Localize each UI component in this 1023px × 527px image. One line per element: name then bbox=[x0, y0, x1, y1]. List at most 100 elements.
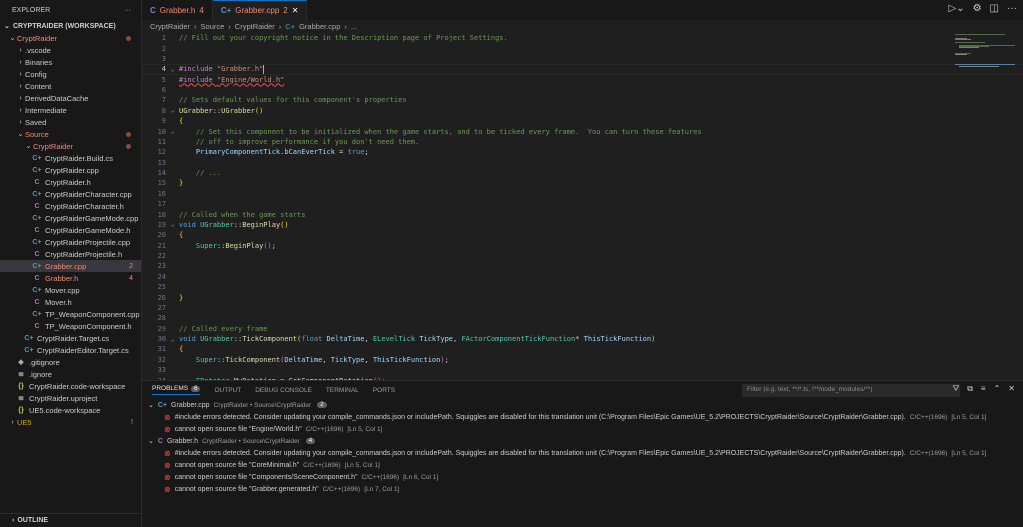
code-line[interactable]: 16 bbox=[142, 189, 1023, 199]
breadcrumb-item[interactable]: CryptRaider bbox=[150, 22, 190, 31]
chevron-down-icon[interactable]: ⌄ bbox=[148, 437, 154, 445]
close-panel-icon[interactable]: ✕ bbox=[1008, 384, 1015, 394]
tree-item[interactable]: ⌄ CryptRaider bbox=[0, 140, 141, 152]
tree-item[interactable]: ⌄ CryptRaider bbox=[0, 32, 141, 44]
tree-item[interactable]: › Intermediate bbox=[0, 104, 141, 116]
tree-item[interactable]: C+ CryptRaiderProjectile.cpp bbox=[0, 236, 141, 248]
fold-chevron-icon[interactable]: ⌄ bbox=[166, 336, 179, 343]
breadcrumb-item[interactable]: CryptRaider bbox=[235, 22, 275, 31]
breadcrumb-item[interactable]: Grabber.cpp bbox=[299, 22, 340, 31]
breadcrumb-item[interactable]: ... bbox=[351, 22, 357, 31]
code-line[interactable]: 27 bbox=[142, 303, 1023, 313]
workspace-header[interactable]: ⌄ CRYPTRAIDER (WORKSPACE) bbox=[0, 20, 141, 32]
tree-item[interactable]: C+ TP_WeaponComponent.cpp bbox=[0, 308, 141, 320]
tree-item[interactable]: C CryptRaider.h bbox=[0, 176, 141, 188]
code-line[interactable]: 11 // off to improve performance if you … bbox=[142, 137, 1023, 147]
code-line[interactable]: 3 bbox=[142, 54, 1023, 64]
tree-item[interactable]: C+ CryptRaider.Build.cs bbox=[0, 152, 141, 164]
code-line[interactable]: 22 bbox=[142, 251, 1023, 261]
problem-item[interactable]: ⊗ cannot open source file "CoreMinimal.h"… bbox=[142, 459, 1023, 471]
code-line[interactable]: 6 bbox=[142, 85, 1023, 95]
tree-item[interactable]: C+ CryptRaiderCharacter.cpp bbox=[0, 188, 141, 200]
tab-grabber-h[interactable]: C Grabber.h 4 bbox=[142, 0, 213, 20]
panel-tab-ports[interactable]: PORTS bbox=[373, 387, 395, 394]
tree-item[interactable]: C TP_WeaponComponent.h bbox=[0, 320, 141, 332]
tree-item[interactable]: C Grabber.h 4 bbox=[0, 272, 141, 284]
tree-item[interactable]: C+ Mover.cpp bbox=[0, 284, 141, 296]
tree-item[interactable]: › .vscode bbox=[0, 44, 141, 56]
code-line[interactable]: 17 bbox=[142, 199, 1023, 209]
panel-tab-problems[interactable]: PROBLEMS 6 bbox=[152, 385, 201, 395]
problem-file-group[interactable]: ⌄ C Grabber.h CryptRaider • Source\CryptRa… bbox=[142, 435, 1023, 447]
fold-chevron-icon[interactable]: ⌄ bbox=[166, 221, 179, 228]
problems-filter-input[interactable]: Filter (e.g. text, **/*.ts, !**/node_mod… bbox=[742, 384, 960, 397]
gear-icon[interactable]: ⚙ bbox=[973, 3, 982, 14]
code-line[interactable]: 2 bbox=[142, 43, 1023, 53]
code-line[interactable]: 19 ⌄ void UGrabber:: BeginPlay() bbox=[142, 220, 1023, 230]
code-line[interactable]: 21 Super:: BeginPlay(); bbox=[142, 241, 1023, 251]
problem-item[interactable]: ⊗ #include errors detected. Consider upda… bbox=[142, 411, 1023, 423]
problem-item[interactable]: ⊗ cannot open source file "Grabber.genera… bbox=[142, 483, 1023, 495]
tree-item[interactable]: C+ CryptRaiderEditor.Target.cs bbox=[0, 344, 141, 356]
panel-tab-debug-console[interactable]: DEBUG CONSOLE bbox=[255, 387, 312, 394]
tree-item[interactable]: C+ CryptRaiderGameMode.cpp bbox=[0, 212, 141, 224]
code-line[interactable]: 30 ⌄ void UGrabber:: TickComponent(float De… bbox=[142, 334, 1023, 344]
outline-section[interactable]: › OUTLINE bbox=[0, 513, 141, 527]
tab-grabber-cpp[interactable]: C+ Grabber.cpp 2 ✕ bbox=[212, 0, 308, 20]
tree-item[interactable]: C CryptRaiderCharacter.h bbox=[0, 200, 141, 212]
tree-item[interactable]: ⌄ Source bbox=[0, 128, 141, 140]
run-debug-icon[interactable]: ▷⌄ bbox=[949, 3, 965, 14]
problem-item[interactable]: ⊗ cannot open source file "Components/Sce… bbox=[142, 471, 1023, 483]
tree-item[interactable]: C+ CryptRaider.cpp bbox=[0, 164, 141, 176]
tree-item[interactable]: ≣ CryptRaider.uproject bbox=[0, 392, 141, 404]
code-line[interactable]: 32 Super:: TickComponent(DeltaTime, TickT… bbox=[142, 355, 1023, 365]
panel-tab-terminal[interactable]: TERMINAL bbox=[326, 387, 359, 394]
tree-item[interactable]: {} CryptRaider.code-workspace bbox=[0, 380, 141, 392]
tree-item[interactable]: C+ Grabber.cpp 2 bbox=[0, 260, 141, 272]
problem-file-group[interactable]: ⌄ C+ Grabber.cpp CryptRaider • Source\Cryp… bbox=[142, 399, 1023, 411]
tree-item[interactable]: › Content bbox=[0, 80, 141, 92]
code-line[interactable]: 18 // Called when the game starts bbox=[142, 209, 1023, 219]
collapse-all-icon[interactable]: ⧉ bbox=[967, 384, 973, 394]
code-line[interactable]: 33 bbox=[142, 365, 1023, 375]
code-line[interactable]: 12 PrimaryComponentTick. bCanEverTick = t… bbox=[142, 147, 1023, 157]
code-line[interactable]: 13 bbox=[142, 158, 1023, 168]
tree-item[interactable]: C CryptRaiderProjectile.h bbox=[0, 248, 141, 260]
code-line[interactable]: 5 #include "Engine/World.h" bbox=[142, 75, 1023, 85]
split-editor-icon[interactable]: ◫ bbox=[990, 3, 999, 14]
tree-item[interactable]: › DerivedDataCache bbox=[0, 92, 141, 104]
maximize-panel-icon[interactable]: ⌃ bbox=[994, 384, 1001, 394]
close-icon[interactable]: ✕ bbox=[292, 6, 299, 15]
minimap[interactable] bbox=[955, 34, 1015, 94]
more-icon[interactable]: ··· bbox=[1007, 3, 1017, 14]
code-line[interactable]: 1 // Fill out your copyright notice in th… bbox=[142, 33, 1023, 43]
tree-item[interactable]: › Binaries bbox=[0, 56, 141, 68]
code-line[interactable]: 26} bbox=[142, 292, 1023, 302]
code-line[interactable]: 31 { bbox=[142, 344, 1023, 354]
code-line[interactable]: 7 // Sets default values for this compone… bbox=[142, 95, 1023, 105]
tree-item[interactable]: C+ CryptRaider.Target.cs bbox=[0, 332, 141, 344]
code-line[interactable]: 4 ⌄ #include "Grabber.h" bbox=[142, 64, 1023, 75]
tree-item[interactable]: › UE5! bbox=[0, 416, 141, 428]
code-line[interactable]: 10 ⌄ // Set this component to be initiali… bbox=[142, 126, 1023, 136]
problem-item[interactable]: ⊗ #include errors detected. Consider upda… bbox=[142, 447, 1023, 459]
tree-item[interactable]: ◆ .gitignore bbox=[0, 356, 141, 368]
tree-item[interactable]: C Mover.h bbox=[0, 296, 141, 308]
breadcrumb-item[interactable]: Source bbox=[201, 22, 225, 31]
tree-item[interactable]: ≣ .ignore bbox=[0, 368, 141, 380]
code-line[interactable]: 24 bbox=[142, 272, 1023, 282]
fold-chevron-icon[interactable]: ⌄ bbox=[166, 128, 179, 135]
filter-icon[interactable]: ⛛ bbox=[952, 384, 959, 394]
code-editor[interactable]: 1 // Fill out your copyright notice in th… bbox=[142, 33, 1023, 380]
tree-item[interactable]: {} UE5.code-workspace bbox=[0, 404, 141, 416]
code-line[interactable]: 14 // ... bbox=[142, 168, 1023, 178]
tree-item[interactable]: › Saved bbox=[0, 116, 141, 128]
code-line[interactable]: 15} bbox=[142, 178, 1023, 188]
code-line[interactable]: 28 bbox=[142, 313, 1023, 323]
view-as-table-icon[interactable]: ≡ bbox=[981, 384, 986, 394]
more-actions-icon[interactable]: ··· bbox=[124, 7, 131, 14]
code-line[interactable]: 8 ⌄ UGrabber:: UGrabber() bbox=[142, 106, 1023, 116]
code-line[interactable]: 23 bbox=[142, 261, 1023, 271]
tree-item[interactable]: C CryptRaiderGameMode.h bbox=[0, 224, 141, 236]
panel-tab-output[interactable]: OUTPUT bbox=[214, 387, 241, 394]
